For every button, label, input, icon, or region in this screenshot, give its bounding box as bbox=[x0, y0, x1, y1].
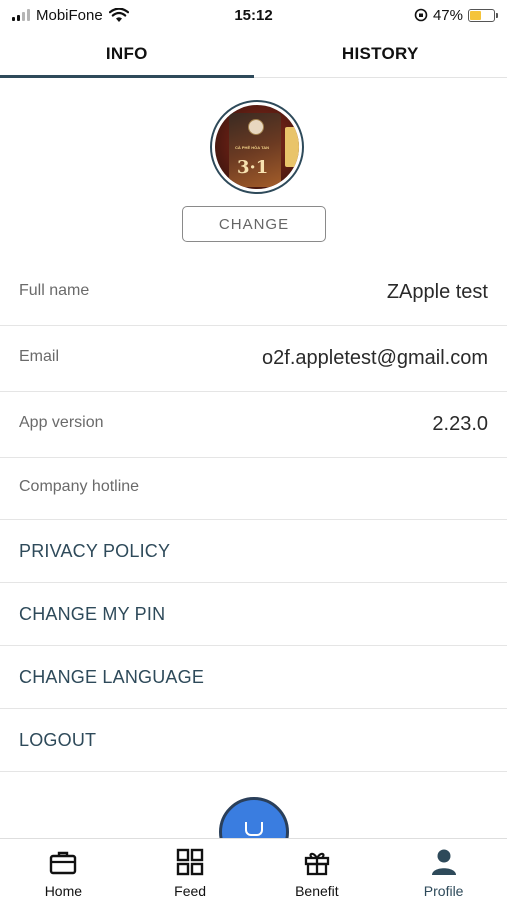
status-bar: MobiFone 15:12 47% bbox=[0, 0, 507, 30]
status-left: MobiFone bbox=[12, 7, 202, 24]
avatar[interactable]: CÀ PHÊ HÒA TAN 3·1 bbox=[210, 100, 304, 194]
full-name-value: ZApple test bbox=[386, 281, 488, 303]
nav-benefit-label: Benefit bbox=[295, 883, 339, 899]
battery-icon bbox=[468, 8, 498, 22]
grid-icon bbox=[176, 848, 204, 876]
brand-emblem-icon bbox=[248, 119, 264, 135]
avatar-side-object bbox=[285, 127, 299, 167]
change-language-link[interactable]: CHANGE LANGUAGE bbox=[0, 646, 507, 709]
pack-label: CÀ PHÊ HÒA TAN bbox=[235, 145, 269, 150]
avatar-image: CÀ PHÊ HÒA TAN 3·1 bbox=[215, 105, 299, 189]
battery-fill bbox=[470, 10, 481, 20]
briefcase-icon bbox=[50, 851, 77, 875]
app-version-row: App version 2.23.0 bbox=[0, 392, 507, 458]
change-pin-link[interactable]: CHANGE MY PIN bbox=[0, 583, 507, 646]
email-value: o2f.appletest@gmail.com bbox=[262, 347, 488, 369]
profile-info-list: Full name ZApple test Email o2f.appletes… bbox=[0, 260, 507, 772]
email-row: Email o2f.appletest@gmail.com bbox=[0, 326, 507, 392]
nav-home-label: Home bbox=[44, 883, 83, 899]
chat-icon bbox=[245, 822, 263, 836]
nav-feed[interactable]: Feed bbox=[127, 839, 254, 900]
tab-bar: INFO HISTORY bbox=[0, 30, 507, 78]
company-hotline-label: Company hotline bbox=[19, 477, 140, 495]
company-hotline-row[interactable]: Company hotline bbox=[0, 458, 507, 520]
tab-info[interactable]: INFO bbox=[0, 30, 254, 78]
wifi-icon bbox=[108, 7, 129, 22]
tab-history[interactable]: HISTORY bbox=[254, 30, 507, 77]
nav-home[interactable]: Home bbox=[0, 839, 127, 900]
nav-profile[interactable]: Profile bbox=[380, 839, 507, 900]
app-version-label: App version bbox=[19, 413, 104, 431]
email-label: Email bbox=[19, 347, 60, 365]
status-time: 15:12 bbox=[234, 6, 273, 24]
pack-number: 3·1 bbox=[237, 157, 269, 178]
gift-icon bbox=[304, 852, 330, 876]
change-avatar-button[interactable]: CHANGE bbox=[182, 206, 326, 242]
status-right: 47% bbox=[305, 6, 498, 24]
signal-icon bbox=[12, 9, 30, 21]
carrier-name: MobiFone bbox=[36, 6, 103, 24]
full-name-label: Full name bbox=[19, 281, 90, 299]
person-icon bbox=[431, 849, 456, 875]
logout-link[interactable]: LOGOUT bbox=[0, 709, 507, 772]
full-name-row: Full name ZApple test bbox=[0, 260, 507, 326]
app-version-value: 2.23.0 bbox=[432, 413, 488, 435]
nav-feed-label: Feed bbox=[174, 883, 207, 899]
battery-percent: 47% bbox=[432, 6, 463, 24]
nav-benefit[interactable]: Benefit bbox=[254, 839, 381, 900]
bottom-nav: Home Feed Benefit Profile bbox=[0, 838, 507, 900]
orientation-lock-icon bbox=[414, 8, 428, 22]
nav-profile-label: Profile bbox=[423, 883, 464, 899]
privacy-policy-link[interactable]: PRIVACY POLICY bbox=[0, 520, 507, 583]
